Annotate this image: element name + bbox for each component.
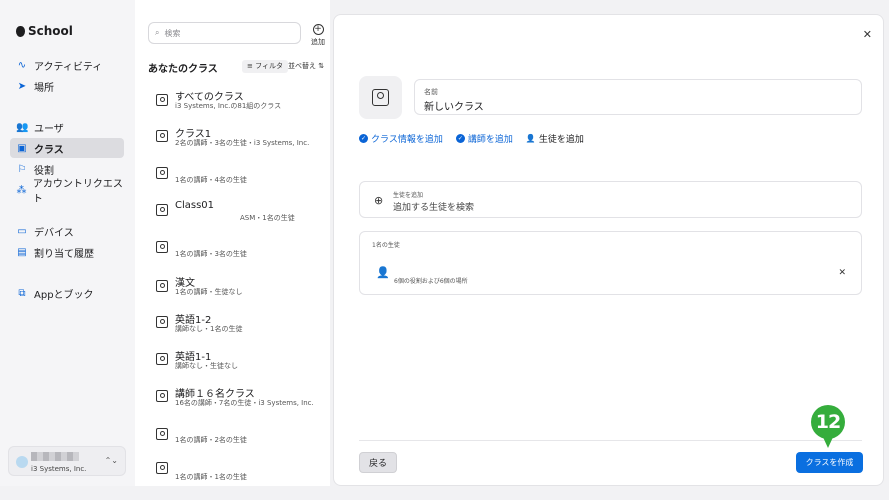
sidebar-item-label: デバイス (34, 227, 74, 239)
sidebar-item-assignment-history[interactable]: ▤ 割り当て履歴 (10, 242, 124, 262)
sidebar: School ∿ アクティビティ ➤ 場所 👥 ユーザ ▣ クラス ⚐ 役割 ⁂… (0, 0, 135, 486)
class-icon-box (359, 76, 402, 119)
class-icon (156, 241, 168, 253)
apple-logo-icon (16, 25, 25, 37)
apps-books-icon: ⧉ (18, 287, 26, 299)
class-icon (156, 462, 168, 474)
name-value: 新しいクラス (424, 102, 484, 113)
class-icon (156, 353, 168, 365)
sort-icon: ⇅ (318, 62, 325, 70)
class-icon (156, 390, 168, 402)
sidebar-item-apps-books[interactable]: ⧉ Appとブック (10, 283, 124, 303)
sidebar-item-classes[interactable]: ▣ クラス (10, 138, 124, 158)
sidebar-item-label: 場所 (34, 82, 54, 94)
search-icon: ⌕ (155, 28, 160, 37)
list-item[interactable]: すべてのクラス i3 Systems, Inc.の81組のクラス (148, 84, 328, 120)
class-icon (156, 130, 168, 142)
search-placeholder: 検索 (164, 28, 181, 38)
class-icon (156, 94, 168, 106)
checkmark-circle-icon: ✓ (359, 134, 368, 143)
person-icon: 👤 (376, 266, 390, 279)
class-icon (156, 280, 168, 292)
list-item[interactable]: 1名の講師・1名の生徒 (148, 456, 328, 492)
filter-icon: ≡ (247, 62, 253, 70)
remove-student-icon[interactable]: ✕ (838, 268, 846, 278)
sidebar-item-label: アクティビティ (34, 61, 103, 73)
step-marker-badge: 12 (811, 405, 845, 448)
flag-icon: ⚐ (17, 163, 27, 175)
users-icon: 👥 (16, 121, 29, 133)
sort-button[interactable]: 並べ替え ⇅ (288, 60, 324, 73)
list-item[interactable]: クラス1 2名の講師・3名の生徒・i3 Systems, Inc. (148, 121, 328, 157)
add-student-search[interactable]: ⊕ 生徒を追加 追加する生徒を検索 (359, 181, 862, 218)
sidebar-item-label: アカウントリクエスト (32, 179, 123, 205)
checkmark-circle-icon: ✓ (455, 134, 465, 143)
list-item[interactable]: 英語1-2 講師なし・1名の生徒 (148, 307, 328, 343)
app-title: School (28, 24, 73, 38)
search-plus-icon: ⊕ (374, 194, 384, 207)
device-icon: ▭ (17, 225, 27, 237)
history-icon: ▤ (17, 246, 27, 258)
chevron-up-down-icon: ⌃⌄ (104, 456, 118, 465)
create-class-button[interactable]: クラスを作成 (796, 452, 863, 473)
filter-button[interactable]: ≡ フィルタ (242, 60, 288, 73)
list-item[interactable]: 1名の講師・3名の生徒 (148, 235, 328, 271)
account-request-icon: ⁂ (16, 184, 27, 196)
add-label: 追加 (311, 38, 325, 46)
sidebar-item-activity[interactable]: ∿ アクティビティ (10, 55, 124, 75)
list-item[interactable]: 英語1-1 講師なし・生徒なし (148, 344, 328, 380)
list-item[interactable]: 漢文 1名の講師・生徒なし (148, 270, 328, 306)
add-student-label: 生徒を追加 (393, 192, 424, 199)
class-list-panel: ⌕ 検索 + 追加 あなたのクラス ≡ フィルタ 並べ替え ⇅ すべてのクラス … (135, 0, 330, 486)
add-student-placeholder: 追加する生徒を検索 (393, 203, 475, 213)
sidebar-item-label: クラス (34, 144, 64, 156)
account-org: i3 Systems, Inc. (31, 465, 87, 473)
account-name-redacted (31, 452, 79, 461)
sidebar-item-label: ユーザ (34, 123, 64, 135)
app-brand: School (16, 24, 73, 38)
new-class-sheet: ✕ 名前 新しいクラス ✓ クラス情報を追加 ✓ 講師を追加 👤 生徒を追加 ⊕… (333, 14, 884, 486)
list-title: あなたのクラス (148, 64, 218, 75)
step-add-students[interactable]: 👤 生徒を追加 (526, 132, 584, 145)
plus-circle-icon: + (312, 24, 324, 35)
step-add-class-info[interactable]: ✓ クラス情報を追加 (359, 132, 443, 145)
class-name-field[interactable]: 名前 新しいクラス (414, 79, 862, 115)
name-label: 名前 (424, 88, 438, 96)
class-icon (156, 204, 168, 216)
sidebar-item-locations[interactable]: ➤ 場所 (10, 76, 124, 96)
close-icon[interactable]: ✕ (863, 28, 872, 41)
location-icon: ➤ (17, 80, 27, 92)
person-icon: 👤 (525, 134, 536, 143)
step-indicator: ✓ クラス情報を追加 ✓ 講師を追加 👤 生徒を追加 (359, 132, 584, 145)
account-switcher[interactable]: i3 Systems, Inc. ⌃⌄ (8, 446, 126, 476)
class-icon: ▣ (17, 142, 27, 154)
activity-icon: ∿ (17, 59, 27, 71)
divider (359, 440, 862, 441)
add-button[interactable]: + 追加 (307, 24, 329, 47)
class-icon (372, 89, 389, 106)
list-item[interactable]: 講師１６名クラス 16名の講師・7名の生徒・i3 Systems, Inc. (148, 381, 328, 417)
student-description: 6個の役割および6個の場所 (394, 278, 468, 285)
list-item[interactable]: Class01 ASM・1名の生徒 (148, 196, 328, 232)
sidebar-item-label: 割り当て履歴 (34, 248, 94, 260)
sidebar-item-users[interactable]: 👥 ユーザ (10, 117, 124, 137)
list-item[interactable]: 1名の講師・4名の生徒 (148, 161, 328, 197)
sidebar-item-devices[interactable]: ▭ デバイス (10, 221, 124, 241)
sidebar-item-account-requests[interactable]: ⁂ アカウントリクエスト (10, 179, 124, 205)
students-list: 1名の生徒 👤 6個の役割および6個の場所 ✕ (359, 231, 862, 295)
sidebar-item-label: Appとブック (34, 289, 94, 301)
class-icon (156, 167, 168, 179)
class-icon (156, 316, 168, 328)
students-header: 1名の生徒 (372, 242, 400, 249)
list-item[interactable]: 1名の講師・2名の生徒 (148, 423, 328, 459)
search-field[interactable]: ⌕ 検索 (148, 22, 301, 44)
class-icon (156, 428, 168, 440)
back-button[interactable]: 戻る (359, 452, 397, 473)
step-add-teachers[interactable]: ✓ 講師を追加 (455, 132, 513, 145)
avatar (16, 456, 28, 468)
